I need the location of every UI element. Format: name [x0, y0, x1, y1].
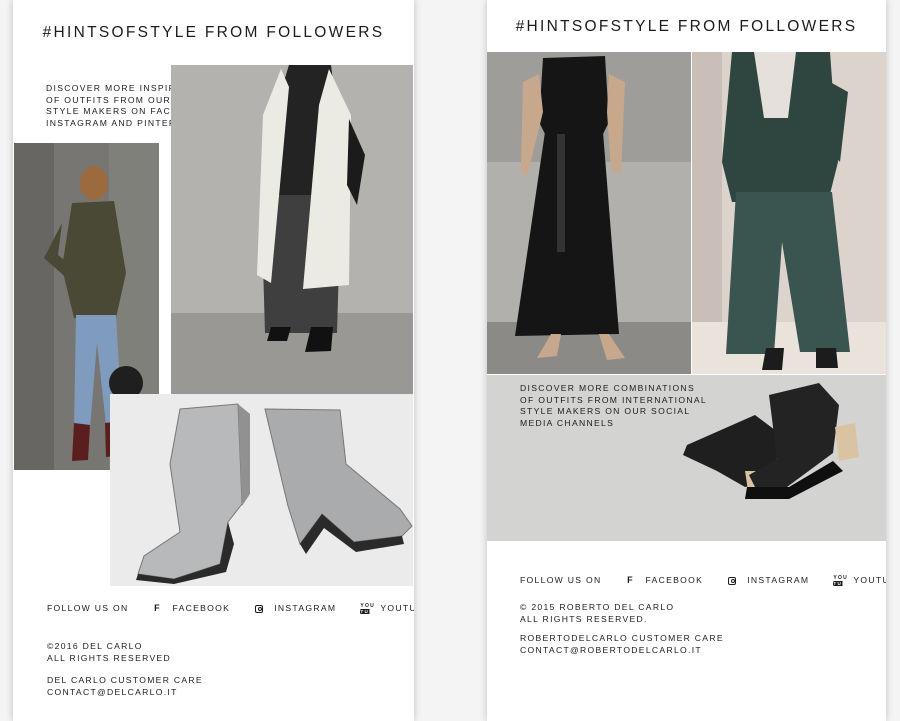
facebook-icon[interactable]: f: [626, 575, 636, 586]
instagram-link[interactable]: INSTAGRAM: [747, 575, 809, 587]
page-title: #HINTSOFSTYLE FROM FOLLOWERS: [515, 18, 858, 35]
right-email-card: #HINTSOFSTYLE FROM FOLLOWERS DISCOVER MO…: [487, 0, 886, 721]
follow-label: FOLLOW US ON: [520, 575, 602, 585]
contact-email-link[interactable]: CONTACT@ROBERTODELCARLO.IT: [520, 645, 724, 657]
left-email-card: #HINTSOFSTYLE FROM FOLLOWERS DISCOVER MO…: [13, 0, 414, 721]
facebook-link[interactable]: FACEBOOK: [173, 603, 231, 615]
outfit-photo-green-suit[interactable]: [692, 52, 886, 374]
instagram-icon[interactable]: [727, 576, 737, 586]
facebook-link[interactable]: FACEBOOK: [646, 575, 704, 587]
copyright: ©2016 DEL CARLO ALL RIGHTS RESERVED: [47, 641, 172, 663]
page-title: #HINTSOFSTYLE FROM FOLLOWERS: [42, 24, 385, 41]
follow-label: FOLLOW US ON: [47, 603, 129, 613]
outfit-photo-black-dress[interactable]: [487, 52, 691, 374]
customer-care: ROBERTODELCARLO CUSTOMER CARE CONTACT@RO…: [520, 633, 724, 657]
social-links: FOLLOW US ON f FACEBOOK INSTAGRAM You Tub…: [47, 603, 414, 615]
product-photo-silver-boots[interactable]: [110, 394, 413, 586]
youtube-icon[interactable]: You Tube: [833, 575, 850, 586]
copyright: © 2015 ROBERTO DEL CARLO ALL RIGHTS RESE…: [520, 602, 675, 624]
instagram-icon[interactable]: [254, 604, 264, 614]
facebook-icon[interactable]: f: [153, 603, 163, 614]
youtube-link[interactable]: YOUTUBE: [853, 575, 886, 587]
youtube-icon[interactable]: You Tube: [360, 603, 377, 614]
social-links: FOLLOW US ON f FACEBOOK INSTAGRAM You Tub…: [520, 575, 886, 587]
youtube-link[interactable]: YOUTUBE: [380, 603, 414, 615]
outfit-photo-vest[interactable]: [171, 65, 413, 395]
customer-care: DEL CARLO CUSTOMER CARE CONTACT@DELCARLO…: [47, 675, 203, 699]
instagram-link[interactable]: INSTAGRAM: [274, 603, 336, 615]
contact-email-link[interactable]: CONTACT@DELCARLO.IT: [47, 687, 203, 699]
intro-text: DISCOVER MORE COMBINATIONS OF OUTFITS FR…: [520, 383, 707, 428]
